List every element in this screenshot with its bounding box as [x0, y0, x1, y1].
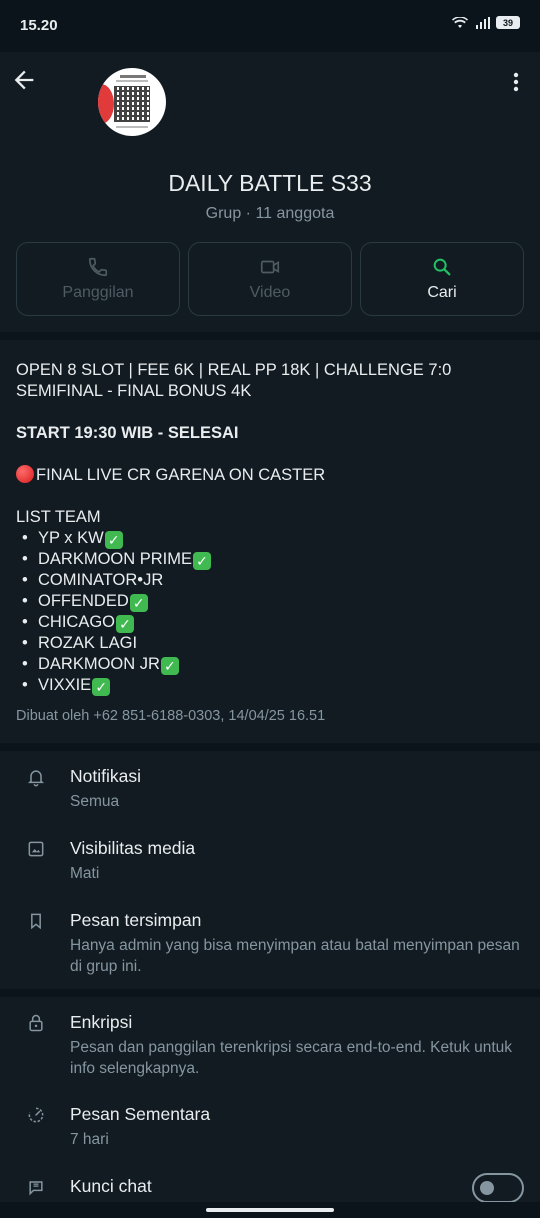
- encryption-title: Enkripsi: [70, 1012, 133, 1032]
- more-options-icon[interactable]: [506, 68, 526, 96]
- team-list: YP x KW✓ DARKMOON PRIME✓ COMINATOR•JR OF…: [16, 528, 524, 696]
- image-icon: [28, 841, 44, 857]
- encryption-desc: Pesan dan panggilan terenkripsi secara e…: [70, 1039, 513, 1077]
- video-button-label: Video: [249, 284, 291, 301]
- video-button[interactable]: Video: [188, 242, 352, 316]
- notifications-title: Notifikasi: [70, 766, 141, 786]
- call-button[interactable]: Panggilan: [16, 242, 180, 316]
- search-button-label: Cari: [427, 284, 457, 301]
- group-info-header: DAILY BATTLE S33 Grup · 11 anggota Pangg…: [0, 52, 540, 332]
- privacy-section: Enkripsi Pesan dan panggilan terenkripsi…: [0, 997, 540, 1203]
- search-button[interactable]: Cari: [360, 242, 524, 316]
- signal-icon: [476, 16, 490, 29]
- red-circle-icon: [16, 465, 34, 483]
- media-visibility-value: Mati: [70, 865, 100, 882]
- avatar-line: [120, 75, 146, 78]
- media-visibility-title: Visibilitas media: [70, 838, 196, 858]
- description-line: OPEN 8 SLOT | FEE 6K | REAL PP 18K | CHA…: [16, 361, 452, 379]
- wifi-icon: [452, 16, 468, 28]
- team-list-title: LIST TEAM: [16, 508, 101, 526]
- settings-section: Notifikasi Semua Visibilitas media Mati …: [0, 751, 540, 989]
- action-buttons: Panggilan Video Cari: [16, 242, 524, 316]
- team-item: OFFENDED✓: [16, 591, 524, 612]
- description-line: FINAL LIVE CR GARENA ON CASTER: [16, 465, 524, 486]
- team-item: DARKMOON PRIME✓: [16, 549, 524, 570]
- encryption-row[interactable]: Enkripsi Pesan dan panggilan terenkripsi…: [0, 997, 540, 1091]
- check-mark-icon: ✓: [129, 594, 148, 612]
- group-avatar[interactable]: [98, 68, 166, 136]
- avatar-line: [116, 80, 148, 82]
- disappearing-messages-value: 7 hari: [70, 1131, 109, 1148]
- group-name: DAILY BATTLE S33: [168, 170, 372, 196]
- status-icons: 39: [452, 16, 520, 29]
- toggle-knob: [480, 1181, 494, 1195]
- navigation-bar: [0, 1202, 540, 1218]
- chat-lock-title: Kunci chat: [70, 1176, 152, 1196]
- team-item: YP x KW✓: [16, 528, 524, 549]
- check-mark-icon: ✓: [116, 615, 135, 633]
- check-mark-icon: ✓: [104, 531, 123, 549]
- chat-lock-row[interactable]: Kunci chat: [0, 1163, 540, 1203]
- search-icon: [433, 258, 451, 276]
- team-item: VIXXIE✓: [16, 675, 524, 696]
- team-item: CHICAGO✓: [16, 612, 524, 633]
- home-indicator[interactable]: [206, 1208, 334, 1212]
- check-mark-icon: ✓: [92, 678, 111, 696]
- lock-icon: [29, 1014, 43, 1032]
- saved-messages-title: Pesan tersimpan: [70, 910, 202, 930]
- status-time: 15.20: [20, 17, 58, 34]
- group-description[interactable]: OPEN 8 SLOT | FEE 6K | REAL PP 18K | CHA…: [0, 340, 540, 743]
- video-icon: [260, 260, 280, 274]
- bell-icon: [27, 770, 45, 787]
- avatar-line: [116, 126, 148, 128]
- team-item: ROZAK LAGI: [16, 633, 524, 654]
- description-line: SEMIFINAL - FINAL BONUS 4K: [16, 382, 252, 400]
- chat-lock-toggle[interactable]: [472, 1173, 524, 1203]
- check-mark-icon: ✓: [160, 657, 179, 675]
- qr-code-image: [114, 86, 150, 122]
- avatar-red-shape: [98, 84, 114, 124]
- description-line-text: FINAL LIVE CR GARENA ON CASTER: [36, 466, 326, 484]
- notifications-row[interactable]: Notifikasi Semua: [0, 751, 540, 823]
- team-item: DARKMOON JR✓: [16, 654, 524, 675]
- phone-icon: [88, 257, 108, 277]
- status-bar: 15.20 39: [0, 0, 540, 52]
- bookmark-icon: [31, 913, 41, 930]
- check-mark-icon: ✓: [193, 552, 212, 570]
- notifications-value: Semua: [70, 793, 120, 810]
- timer-icon: [28, 1107, 44, 1123]
- back-arrow-icon[interactable]: [10, 66, 38, 94]
- call-button-label: Panggilan: [62, 284, 134, 301]
- disappearing-messages-row[interactable]: Pesan Sementara 7 hari: [0, 1089, 540, 1161]
- group-member-count: Grup · 11 anggota: [205, 205, 335, 222]
- battery-icon: 39: [496, 16, 520, 29]
- created-by-text: Dibuat oleh +62 851-6188-0303, 14/04/25 …: [16, 708, 326, 724]
- chat-lock-icon: [29, 1181, 43, 1196]
- saved-messages-desc: Hanya admin yang bisa menyimpan atau bat…: [70, 937, 520, 975]
- media-visibility-row[interactable]: Visibilitas media Mati: [0, 823, 540, 895]
- description-line: START 19:30 WIB - SELESAI: [16, 424, 239, 442]
- saved-messages-row[interactable]: Pesan tersimpan Hanya admin yang bisa me…: [0, 895, 540, 989]
- team-item: COMINATOR•JR: [16, 570, 524, 591]
- disappearing-messages-title: Pesan Sementara: [70, 1104, 211, 1124]
